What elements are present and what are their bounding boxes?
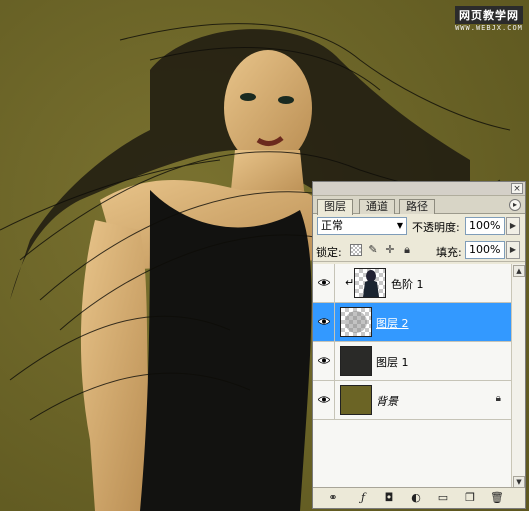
panel-footer: ⚭ ƒ ◘ ◐ ▭ ❐ 🗑︎ bbox=[313, 487, 525, 508]
group-icon[interactable]: ▭ bbox=[435, 491, 451, 506]
trash-icon[interactable]: 🗑︎ bbox=[489, 491, 505, 506]
lock-row: 锁定: ✎ ✛ 🔒︎ 填充: 100% ▶ bbox=[313, 238, 525, 262]
fill-label: 填充: bbox=[436, 246, 462, 259]
move-icon[interactable]: ✛ bbox=[384, 244, 396, 256]
link-icon[interactable]: ⚭ bbox=[325, 491, 341, 506]
scroll-up-icon[interactable]: ▲ bbox=[513, 265, 525, 277]
layer-style-icon[interactable]: ƒ bbox=[355, 491, 371, 506]
blend-mode-value: 正常 bbox=[321, 219, 343, 232]
lock-icon: 🔒︎ bbox=[495, 393, 501, 404]
panel-menu-icon[interactable]: ▸ bbox=[509, 199, 521, 211]
visibility-toggle[interactable] bbox=[313, 342, 335, 380]
layer-thumbnail bbox=[340, 346, 372, 376]
layer-list-scrollbar[interactable]: ▲ ▼ bbox=[511, 264, 525, 489]
chevron-down-icon: ▼ bbox=[396, 221, 403, 230]
clipping-arrow-icon: ↵ bbox=[345, 276, 355, 289]
layer-row-layer1[interactable]: 图层 1 bbox=[313, 342, 511, 381]
close-icon[interactable]: × bbox=[511, 183, 523, 194]
eye-icon bbox=[318, 357, 330, 364]
blend-mode-select[interactable]: 正常 ▼ bbox=[317, 217, 407, 235]
eye-icon bbox=[318, 318, 330, 325]
opacity-label: 不透明度: bbox=[412, 221, 460, 234]
layers-panel: × 图层 通道 路径 ▸ 正常 ▼ 不透明度: 100% ▶ 锁定: ✎ ✛ 🔒… bbox=[312, 181, 526, 509]
panel-titlebar[interactable]: × bbox=[313, 182, 525, 196]
visibility-toggle[interactable] bbox=[313, 264, 335, 302]
mask-icon[interactable]: ◘ bbox=[381, 491, 397, 506]
layer-thumbnail bbox=[354, 268, 386, 298]
layer-thumbnail bbox=[340, 385, 372, 415]
adjustment-icon[interactable]: ◐ bbox=[408, 491, 424, 506]
lock-label: 锁定: bbox=[316, 246, 342, 259]
watermark-title: 网页教学网 bbox=[455, 6, 523, 24]
visibility-toggle[interactable] bbox=[313, 303, 335, 341]
lock-transparency-icon[interactable] bbox=[350, 244, 362, 256]
layer-row-background[interactable]: 背景 🔒︎ bbox=[313, 381, 511, 420]
layer-list: ↵ 色阶 1 图层 2 图层 1 背景 🔒︎ bbox=[313, 264, 511, 489]
watermark-url: WWW.WEBJX.COM bbox=[455, 24, 523, 32]
opacity-slider-button[interactable]: ▶ bbox=[506, 217, 520, 235]
layer-name[interactable]: 图层 2 bbox=[376, 315, 409, 331]
layer-thumbnail bbox=[340, 307, 372, 337]
fill-input[interactable]: 100% bbox=[465, 241, 505, 259]
layer-name[interactable]: 背景 bbox=[376, 393, 398, 409]
lock-icon[interactable]: 🔒︎ bbox=[401, 244, 413, 256]
fill-slider-button[interactable]: ▶ bbox=[506, 241, 520, 259]
panel-tab-row: 图层 通道 路径 ▸ bbox=[313, 196, 525, 215]
layer-row-levels[interactable]: ↵ 色阶 1 bbox=[313, 264, 511, 303]
layer-name[interactable]: 图层 1 bbox=[376, 354, 409, 370]
eye-icon bbox=[318, 279, 330, 286]
visibility-toggle[interactable] bbox=[313, 381, 335, 419]
layer-name[interactable]: 色阶 1 bbox=[391, 276, 424, 292]
watermark-logo: 网页教学网 WWW.WEBJX.COM bbox=[455, 6, 523, 32]
layer-row-layer2[interactable]: 图层 2 bbox=[313, 303, 511, 342]
opacity-input[interactable]: 100% bbox=[465, 217, 505, 235]
tab-channels[interactable]: 通道 bbox=[359, 199, 395, 214]
eye-icon bbox=[318, 396, 330, 403]
tab-paths[interactable]: 路径 bbox=[399, 199, 435, 214]
new-layer-icon[interactable]: ❐ bbox=[462, 491, 478, 506]
brush-icon[interactable]: ✎ bbox=[367, 244, 379, 256]
blend-row: 正常 ▼ 不透明度: 100% ▶ bbox=[313, 214, 525, 238]
tab-layers[interactable]: 图层 bbox=[317, 199, 353, 215]
